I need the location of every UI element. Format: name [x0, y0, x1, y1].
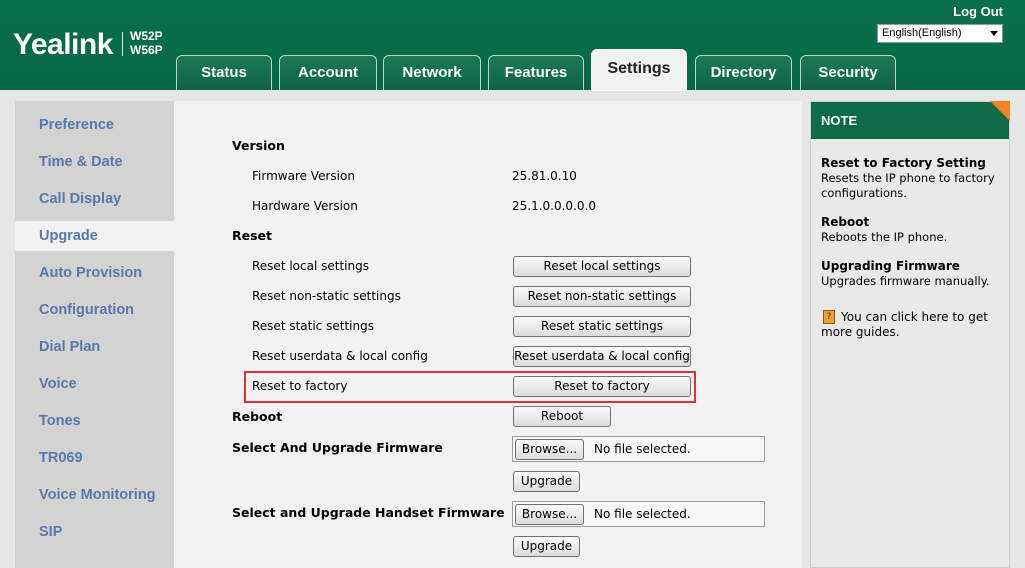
handset-upgrade-button[interactable]: Upgrade	[513, 536, 580, 557]
sidebar-item-sip[interactable]: SIP	[15, 517, 174, 547]
hardware-version-value: 25.1.0.0.0.0.0	[512, 199, 596, 213]
reset-non-static-button[interactable]: Reset non-static settings	[513, 286, 691, 307]
language-selected-value: English(English)	[882, 27, 962, 39]
reset-local-label: Reset local settings	[252, 259, 369, 273]
handset-browse-button[interactable]: Browse...	[515, 504, 584, 525]
logo-divider	[122, 32, 123, 56]
firmware-file-input[interactable]: Browse... No file selected.	[512, 436, 765, 462]
reboot-heading: Reboot	[232, 409, 283, 424]
chevron-down-icon	[990, 31, 998, 36]
sidebar-item-configuration[interactable]: Configuration	[15, 295, 174, 325]
reset-heading: Reset	[232, 228, 272, 243]
model-names: W52P W56P	[130, 29, 163, 57]
model-name-2: W56P	[130, 43, 163, 57]
tab-network[interactable]: Network	[383, 55, 481, 90]
sidebar-item-dial-plan[interactable]: Dial Plan	[15, 332, 174, 362]
model-name-1: W52P	[130, 29, 163, 43]
tab-features[interactable]: Features	[488, 55, 584, 90]
tab-settings[interactable]: Settings	[591, 49, 687, 91]
firmware-upgrade-button[interactable]: Upgrade	[513, 471, 580, 492]
reset-factory-button[interactable]: Reset to factory	[513, 376, 691, 397]
reboot-button[interactable]: Reboot	[513, 406, 611, 427]
note-upgrade-body: Upgrades firmware manually.	[821, 274, 990, 288]
sidebar-item-auto-provision[interactable]: Auto Provision	[15, 258, 174, 288]
version-heading: Version	[232, 138, 285, 153]
guide-link[interactable]: You can click here to get more guides.	[821, 310, 1006, 340]
firmware-browse-button[interactable]: Browse...	[515, 439, 584, 460]
firmware-version-value: 25.81.0.10	[512, 169, 577, 183]
upgrade-handset-heading: Select and Upgrade Handset Firmware	[232, 505, 505, 520]
handset-file-status: No file selected.	[594, 507, 691, 521]
sidebar-item-voice[interactable]: Voice	[15, 369, 174, 399]
upgrade-firmware-heading: Select And Upgrade Firmware	[232, 440, 443, 455]
main-panel: Version Firmware Version 25.81.0.10 Hard…	[174, 101, 802, 568]
note-factory-body: Resets the IP phone to factory configura…	[821, 171, 995, 200]
tab-directory[interactable]: Directory	[695, 55, 792, 90]
reset-static-button[interactable]: Reset static settings	[513, 316, 691, 337]
note-factory-title: Reset to Factory Setting	[821, 156, 986, 170]
note-header: NOTE	[811, 102, 1009, 139]
note-corner-decoration	[990, 101, 1010, 121]
handset-file-input[interactable]: Browse... No file selected.	[512, 501, 765, 527]
firmware-file-status: No file selected.	[594, 442, 691, 456]
sidebar-item-tones[interactable]: Tones	[15, 406, 174, 436]
sidebar-item-upgrade[interactable]: Upgrade	[15, 221, 174, 251]
reset-static-label: Reset static settings	[252, 319, 374, 333]
logout-link[interactable]: Log Out	[953, 4, 1003, 19]
reset-non-static-label: Reset non-static settings	[252, 289, 401, 303]
tab-account[interactable]: Account	[279, 55, 377, 90]
reset-local-button[interactable]: Reset local settings	[513, 256, 691, 277]
reset-userdata-label: Reset userdata & local config	[252, 349, 428, 363]
tab-status[interactable]: Status	[176, 55, 272, 90]
sidebar-item-call-display[interactable]: Call Display	[15, 184, 174, 214]
tab-security[interactable]: Security	[800, 55, 896, 90]
note-upgrade-title: Upgrading Firmware	[821, 259, 960, 273]
sidebar-item-voice-monitoring[interactable]: Voice Monitoring	[15, 480, 174, 510]
note-reboot-body: Reboots the IP phone.	[821, 230, 948, 244]
sidebar-item-time-date[interactable]: Time & Date	[15, 147, 174, 177]
sidebar-item-tr069[interactable]: TR069	[15, 443, 174, 473]
firmware-version-label: Firmware Version	[252, 169, 355, 183]
yealink-logo: Yealink	[13, 28, 113, 61]
reset-factory-label: Reset to factory	[252, 379, 348, 393]
hardware-version-label: Hardware Version	[252, 199, 358, 213]
reset-userdata-button[interactable]: Reset userdata & local config	[513, 346, 691, 367]
header-bar: Yealink W52P W56P Log Out English(Englis…	[0, 0, 1025, 91]
note-panel: NOTE Reset to Factory Setting Resets the…	[810, 101, 1010, 568]
note-reboot-title: Reboot	[821, 215, 870, 229]
sidebar-item-preference[interactable]: Preference	[15, 110, 174, 140]
sidebar: Preference Time & Date Call Display Upgr…	[15, 101, 174, 568]
app-window: Yealink W52P W56P Log Out English(Englis…	[0, 0, 1025, 568]
language-select[interactable]: English(English)	[877, 24, 1003, 43]
